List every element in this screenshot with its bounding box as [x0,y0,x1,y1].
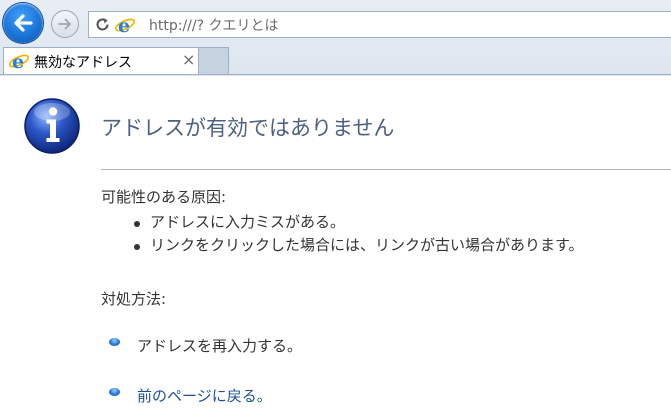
causes-heading: 可能性のある原因: [101,188,227,206]
svg-text:e: e [12,51,24,71]
page-title: アドレスが有効ではありません [101,116,395,140]
cause-item: リンクをクリックした場合には、リンクが古い場合があります。 [150,236,584,254]
address-input[interactable]: http:///? クエリとは [149,15,279,35]
go-back-link[interactable]: 前のページに戻る。 [137,385,272,406]
close-icon[interactable]: × [182,50,195,69]
internet-explorer-icon: e [8,51,30,71]
tab-active[interactable]: e 無効なアドレス × [3,47,199,74]
info-icon [24,98,80,154]
svg-text:e: e [118,15,130,35]
cause-item: アドレスに入力ミスがある。 [150,213,346,231]
address-bar[interactable]: e http:///? クエリとは [88,11,671,38]
action-bullet-icon [109,388,120,396]
chrome-divider [0,74,671,75]
actions-heading: 対処方法: [101,290,167,308]
arrow-right-icon [58,18,71,30]
browser-chrome: e http:///? クエリとは e 無効なアドレス × [0,0,671,76]
page-content: アドレスが有効ではありません 可能性のある原因: アドレスに入力ミスがある。 リ… [0,76,671,414]
tab-title: 無効なアドレス [34,55,132,71]
new-tab-button[interactable] [199,47,229,74]
bullet-icon [134,244,140,250]
bullet-icon [134,221,140,227]
internet-explorer-icon: e [114,15,136,35]
action-item-retype: アドレスを再入力する。 [137,337,303,355]
refresh-icon[interactable] [94,16,111,33]
forward-button[interactable] [51,10,79,38]
back-button[interactable] [3,3,43,43]
action-bullet-icon [109,338,120,346]
arrow-left-icon [14,14,33,32]
title-divider [101,169,671,170]
